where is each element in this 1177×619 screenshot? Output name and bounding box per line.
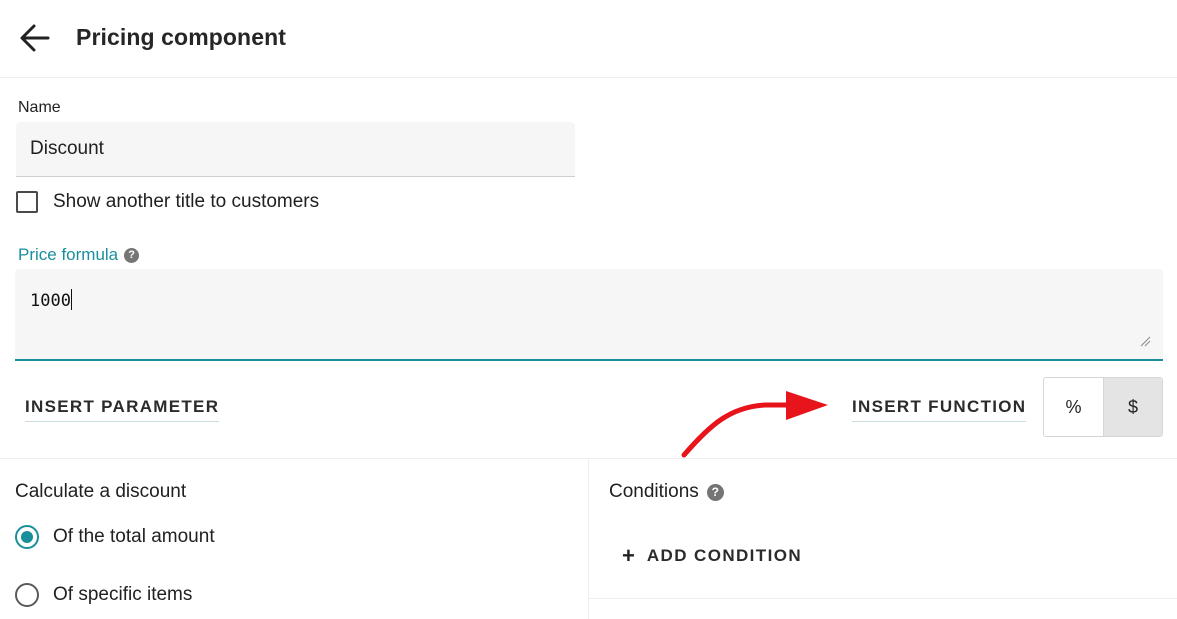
- red-arrow-icon: [681, 391, 828, 458]
- add-condition-label: ADD CONDITION: [646, 546, 802, 565]
- calculate-discount-title: Calculate a discount: [15, 481, 187, 502]
- price-formula-value: 1000: [30, 291, 71, 311]
- radio-option-total-amount[interactable]: Of the total amount: [15, 525, 215, 549]
- question-circle-icon[interactable]: ?: [706, 483, 724, 501]
- back-button[interactable]: [18, 22, 52, 54]
- insert-parameter-button[interactable]: INSERT PARAMETER: [25, 397, 220, 422]
- conditions-bottom-divider: [589, 598, 1177, 599]
- arrow-left-icon: [20, 24, 50, 52]
- name-input-value: Discount: [30, 138, 104, 159]
- show-another-title-option[interactable]: Show another title to customers: [16, 189, 319, 215]
- page-title: Pricing component: [76, 24, 286, 50]
- price-formula-textarea[interactable]: 1000: [15, 269, 1163, 361]
- price-formula-label-text: Price formula: [18, 245, 119, 264]
- show-another-title-label: Show another title to customers: [53, 191, 320, 212]
- radio-button-unchecked[interactable]: [15, 583, 39, 607]
- radio-button-checked[interactable]: [15, 525, 39, 549]
- section-divider-vertical: [588, 459, 589, 619]
- page-header: Pricing component: [0, 0, 1177, 78]
- question-circle-icon[interactable]: ?: [124, 247, 140, 263]
- text-caret: [70, 289, 72, 310]
- plus-icon: +: [622, 543, 635, 568]
- insert-function-button[interactable]: INSERT FUNCTION: [852, 397, 1027, 422]
- radio-label-total-amount: Of the total amount: [53, 526, 215, 547]
- price-formula-value-line: 1000: [30, 289, 72, 311]
- resize-handle-icon[interactable]: [1139, 335, 1151, 347]
- radio-option-specific-items[interactable]: Of specific items: [15, 583, 192, 607]
- show-another-title-checkbox[interactable]: [16, 191, 38, 213]
- radio-dot: [21, 531, 33, 543]
- dollar-option[interactable]: $: [1102, 378, 1162, 436]
- radio-label-specific-items: Of specific items: [53, 584, 193, 605]
- name-label: Name: [18, 99, 61, 116]
- conditions-title: Conditions ?: [609, 481, 724, 503]
- price-formula-label: Price formula ?: [18, 245, 140, 265]
- name-field[interactable]: Discount: [16, 122, 575, 177]
- conditions-title-text: Conditions: [609, 481, 699, 502]
- unit-toggle: % $: [1043, 377, 1163, 437]
- add-condition-button[interactable]: + ADD CONDITION: [622, 545, 802, 567]
- percent-option[interactable]: %: [1044, 378, 1103, 436]
